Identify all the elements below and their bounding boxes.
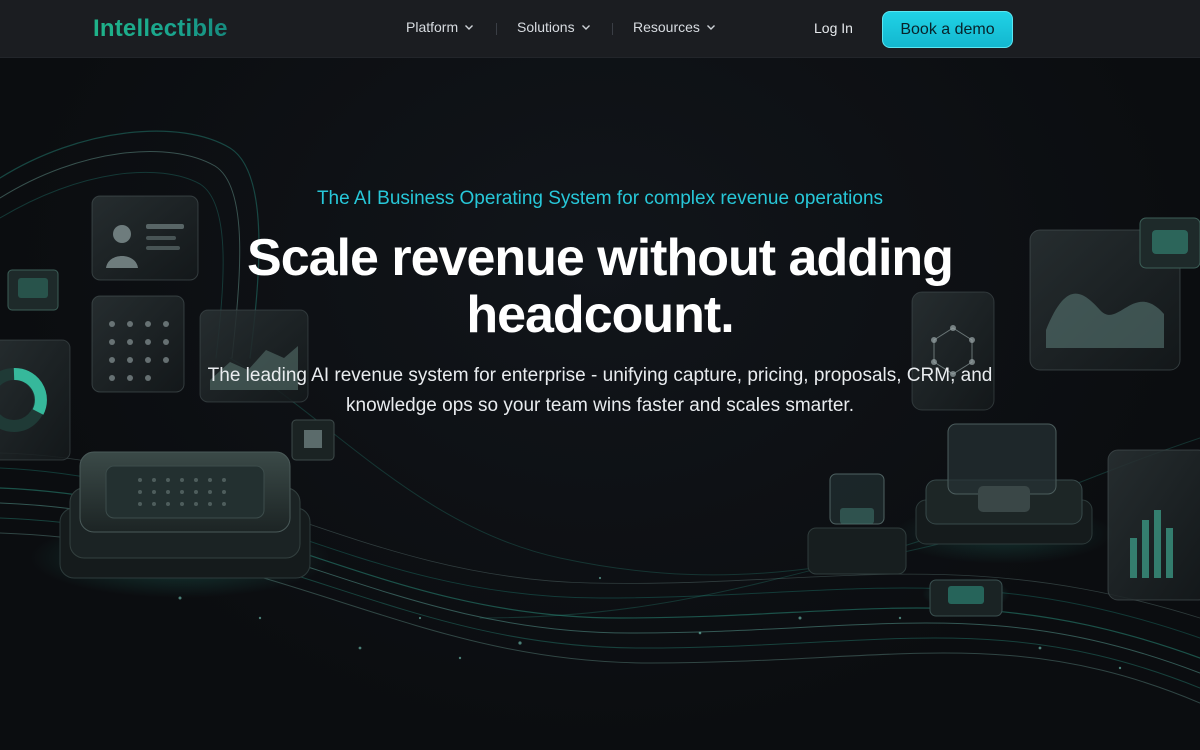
hero-subheadline: The leading AI revenue system for enterp… [207, 365, 993, 416]
nav-item-label: Solutions [517, 19, 575, 35]
chevron-down-icon [581, 25, 590, 30]
nav-divider [612, 23, 613, 35]
hero-section: The AI Business Operating System for com… [0, 58, 1200, 750]
book-demo-button[interactable]: Book a demo [882, 11, 1013, 48]
hero-headline: Scale revenue without adding headcount. [247, 229, 954, 344]
hero-eyebrow-text: The AI Business Operating System for com… [316, 188, 884, 209]
nav-item-label: Resources [633, 19, 700, 35]
chevron-down-icon [706, 25, 715, 30]
login-link[interactable]: Log In [814, 20, 853, 36]
nav-item-label: Platform [406, 19, 459, 35]
nav-item-platform[interactable]: Platform [406, 19, 474, 35]
chevron-down-icon [465, 25, 474, 30]
nav-divider [496, 23, 497, 35]
nav-item-solutions[interactable]: Solutions [517, 19, 591, 35]
nav-item-resources[interactable]: Resources [633, 19, 716, 35]
top-navigation-bar: Intellectible Platform Solutions Resourc… [0, 0, 1200, 58]
brand-logo[interactable]: Intellectible [93, 15, 228, 43]
